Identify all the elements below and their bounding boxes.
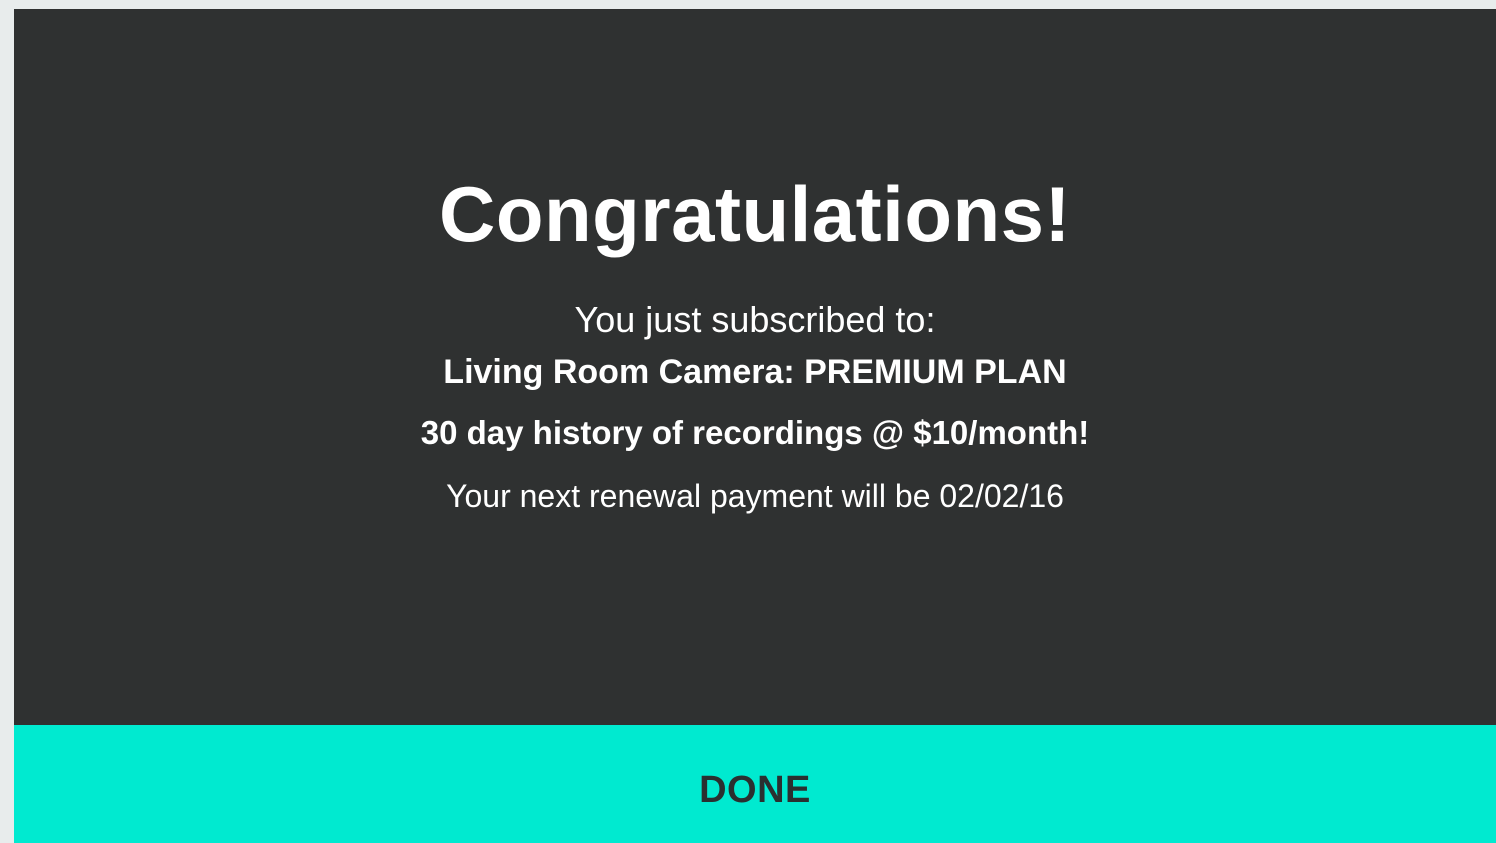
renewal-date-text: Your next renewal payment will be 02/02/… — [446, 478, 1064, 514]
done-button[interactable]: DONE — [14, 725, 1496, 843]
plan-details: 30 day history of recordings @ $10/month… — [420, 414, 1090, 451]
dialog-title: Congratulations! — [439, 170, 1071, 258]
done-button-label: DONE — [699, 768, 811, 811]
plan-name: Living Room Camera: PREMIUM PLAN — [443, 353, 1067, 391]
dialog-content: Congratulations! You just subscribed to:… — [14, 9, 1496, 725]
subscription-intro-text: You just subscribed to: — [574, 299, 936, 340]
subscription-confirmation-dialog: Congratulations! You just subscribed to:… — [14, 9, 1496, 843]
